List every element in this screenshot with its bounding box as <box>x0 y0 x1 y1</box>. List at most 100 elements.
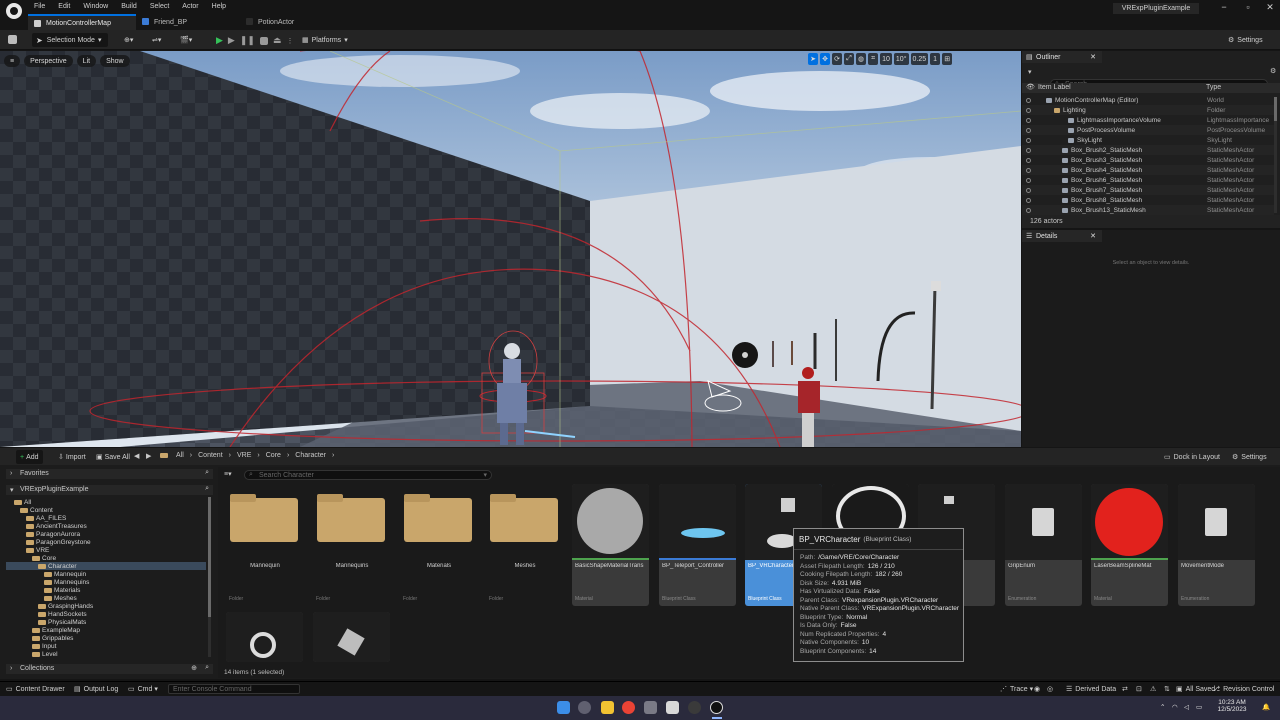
asset-tile-row2-2[interactable] <box>313 612 390 662</box>
asset-tile-laser-beam-spline-mat[interactable]: LaserBeamSplineMat Material <box>1091 484 1168 606</box>
add-actor-button[interactable]: ⊕▾ <box>120 33 137 47</box>
outliner-row[interactable]: Box_Brush13_StaticMesh StaticMeshActor <box>1022 205 1274 215</box>
search-icon[interactable]: ⌕ <box>205 469 209 477</box>
obs-icon[interactable] <box>688 701 701 714</box>
output-log-button[interactable]: ▤ Output Log <box>74 685 118 694</box>
windows-start-icon[interactable] <box>557 701 570 714</box>
asset-tile-basic-shape-material[interactable]: BasicShapeMaterialTrans Material <box>572 484 649 606</box>
folder-tree-item[interactable]: Meshes <box>6 594 206 602</box>
breadcrumb-content[interactable]: Content <box>198 452 223 459</box>
outliner-row[interactable]: Box_Brush3_StaticMesh StaticMeshActor <box>1022 155 1274 165</box>
show-button[interactable]: Show <box>100 55 130 67</box>
close-icon[interactable]: ✕ <box>1090 53 1096 61</box>
breadcrumb-core[interactable]: Core <box>266 452 281 459</box>
network-icon[interactable]: ⇅ <box>1164 685 1170 693</box>
add-button[interactable]: + Add <box>16 450 43 464</box>
breadcrumb-all[interactable]: All <box>176 452 184 459</box>
asset-tile-bp-teleport-controller[interactable]: BP_Teleport_Controller Blueprint Class <box>659 484 736 606</box>
menu-build[interactable]: Build <box>121 3 137 10</box>
world-space-icon[interactable]: ◍ <box>856 53 867 65</box>
breadcrumb-vre[interactable]: VRE <box>237 452 251 459</box>
folder-tree-item[interactable]: Mannequins <box>6 578 206 586</box>
derived-data-button[interactable]: ☰ Derived Data <box>1066 685 1116 694</box>
filter-icon[interactable]: ▾ <box>1028 68 1032 76</box>
filter-icon[interactable]: ≡▾ <box>224 470 232 478</box>
content-drawer-button[interactable]: ▭ Content Drawer <box>6 685 65 694</box>
folder-tree-item[interactable]: Core <box>6 554 206 562</box>
notifications-icon[interactable]: ⊡ <box>1136 685 1142 693</box>
surface-snap-icon[interactable]: ⌗ <box>868 53 879 65</box>
cinematics-button[interactable]: 🎬▾ <box>176 33 196 47</box>
close-icon[interactable]: ✕ <box>1090 232 1096 240</box>
blueprints-button[interactable]: ⇌▾ <box>148 33 165 47</box>
outliner-scrollbar[interactable] <box>1274 97 1277 213</box>
collections-header[interactable]: › Collections ⊕ ⌕ <box>6 664 213 674</box>
history-back-icon[interactable]: ◀ <box>134 452 139 460</box>
platforms-button[interactable]: ▦ Platforms ▾ <box>298 33 352 47</box>
outliner-tab[interactable]: ▤ Outliner ✕ <box>1022 51 1102 63</box>
folder-tree-item[interactable]: AA_FILES <box>6 514 206 522</box>
camera-speed-button[interactable]: 1 <box>930 53 941 65</box>
scale-tool-icon[interactable]: ⤢ <box>844 53 854 65</box>
collab-icon[interactable]: ⇄ <box>1122 685 1128 693</box>
folder-tree-item[interactable]: AncientTreasures <box>6 522 206 530</box>
outliner-row[interactable]: Box_Brush6_StaticMesh StaticMeshActor <box>1022 175 1274 185</box>
revision-control-button[interactable]: ⎇ Revision Control <box>1212 685 1274 694</box>
folder-tree-item[interactable]: Grippables <box>6 634 206 642</box>
tab-motion-controller-map[interactable]: MotionControllerMap <box>28 14 136 30</box>
visibility-eye-icon[interactable] <box>1026 127 1031 133</box>
outliner-row[interactable]: LightmassImportanceVolume LightmassImport… <box>1022 115 1274 125</box>
eject-icon[interactable]: ⏏ <box>273 35 282 46</box>
details-tab[interactable]: ☰ Details ✕ <box>1022 230 1102 242</box>
outliner-row[interactable]: MotionControllerMap (Editor) World <box>1022 95 1274 105</box>
visibility-eye-icon[interactable] <box>1026 187 1031 193</box>
outliner-row[interactable]: Box_Brush8_StaticMesh StaticMeshActor <box>1022 195 1274 205</box>
breadcrumb-character[interactable]: Character <box>295 452 326 459</box>
folder-tree-item[interactable]: Mannequin <box>6 570 206 578</box>
clock[interactable]: 10:23 AM 12/5/2023 <box>1212 699 1252 713</box>
scale-snap-button[interactable]: 0.25 <box>910 53 929 65</box>
menu-window[interactable]: Window <box>83 3 108 10</box>
cb-settings-button[interactable]: ⚙ Settings <box>1228 450 1271 464</box>
warning-icon[interactable]: ⚠ <box>1150 685 1156 693</box>
search-icon[interactable] <box>578 701 591 714</box>
pause-icon[interactable]: ❚❚ <box>240 35 255 46</box>
rotation-snap-button[interactable]: 10° <box>893 53 909 65</box>
type-header[interactable]: Type <box>1206 84 1221 91</box>
level-viewport[interactable]: ≡ Perspective Lit Show ➤ ✥ ⟳ ⤢ ◍ ⌗ 10 10… <box>0 51 1021 447</box>
outliner-row[interactable]: SkyLight SkyLight <box>1022 135 1274 145</box>
unreal-taskbar-icon[interactable] <box>710 701 723 714</box>
dock-in-layout-button[interactable]: ▭ Dock in Layout <box>1160 450 1224 464</box>
outliner-row[interactable]: Lighting Folder <box>1022 105 1274 115</box>
save-icon[interactable] <box>8 35 17 44</box>
play-icon[interactable]: ▶ <box>216 35 223 46</box>
asset-tile-mannequin[interactable]: Mannequin Folder <box>226 484 303 606</box>
favorites-header[interactable]: › Favorites ⌕ <box>6 469 213 479</box>
outliner-row[interactable]: Box_Brush4_StaticMesh StaticMeshActor <box>1022 165 1274 175</box>
maximize-button[interactable]: ▫ <box>1242 2 1254 12</box>
all-saved-button[interactable]: ▣ All Saved <box>1176 685 1215 694</box>
save-all-button[interactable]: ▣ Save All <box>92 450 134 464</box>
perspective-button[interactable]: Perspective <box>24 55 73 67</box>
folder-tree-item[interactable]: Materials <box>6 586 206 594</box>
outliner-row[interactable]: PostProcessVolume PostProcessVolume <box>1022 125 1274 135</box>
folder-tree-item[interactable]: HandSockets <box>6 610 206 618</box>
folder-tree-item[interactable]: VRE <box>6 546 206 554</box>
visibility-eye-icon[interactable] <box>1026 97 1031 103</box>
add-collection-icon[interactable]: ⊕ <box>191 664 197 672</box>
tree-scrollbar[interactable] <box>208 497 211 657</box>
asset-tile-grip-enum[interactable]: GripEnum Enumeration <box>1005 484 1082 606</box>
visibility-eye-icon[interactable] <box>1026 207 1031 213</box>
minimize-button[interactable]: − <box>1218 2 1230 12</box>
folder-tree-item[interactable]: ExampleMap <box>6 626 206 634</box>
tab-potion-actor[interactable]: PotionActor <box>240 14 340 30</box>
asset-tile-mannequins[interactable]: Mannequins Folder <box>313 484 390 606</box>
visibility-eye-icon[interactable] <box>1026 147 1031 153</box>
asset-tile-movement-mode[interactable]: MovementMode Enumeration <box>1178 484 1255 606</box>
settings-gear-icon[interactable]: ⚙ <box>1270 67 1276 75</box>
console-input[interactable]: Enter Console Command <box>168 684 300 694</box>
search-icon[interactable]: ⌕ <box>205 485 209 493</box>
search-icon[interactable]: ⌕ <box>205 664 209 672</box>
camera-icon[interactable]: ◉ <box>1034 685 1040 693</box>
item-label-header[interactable]: Item Label <box>1038 84 1071 91</box>
